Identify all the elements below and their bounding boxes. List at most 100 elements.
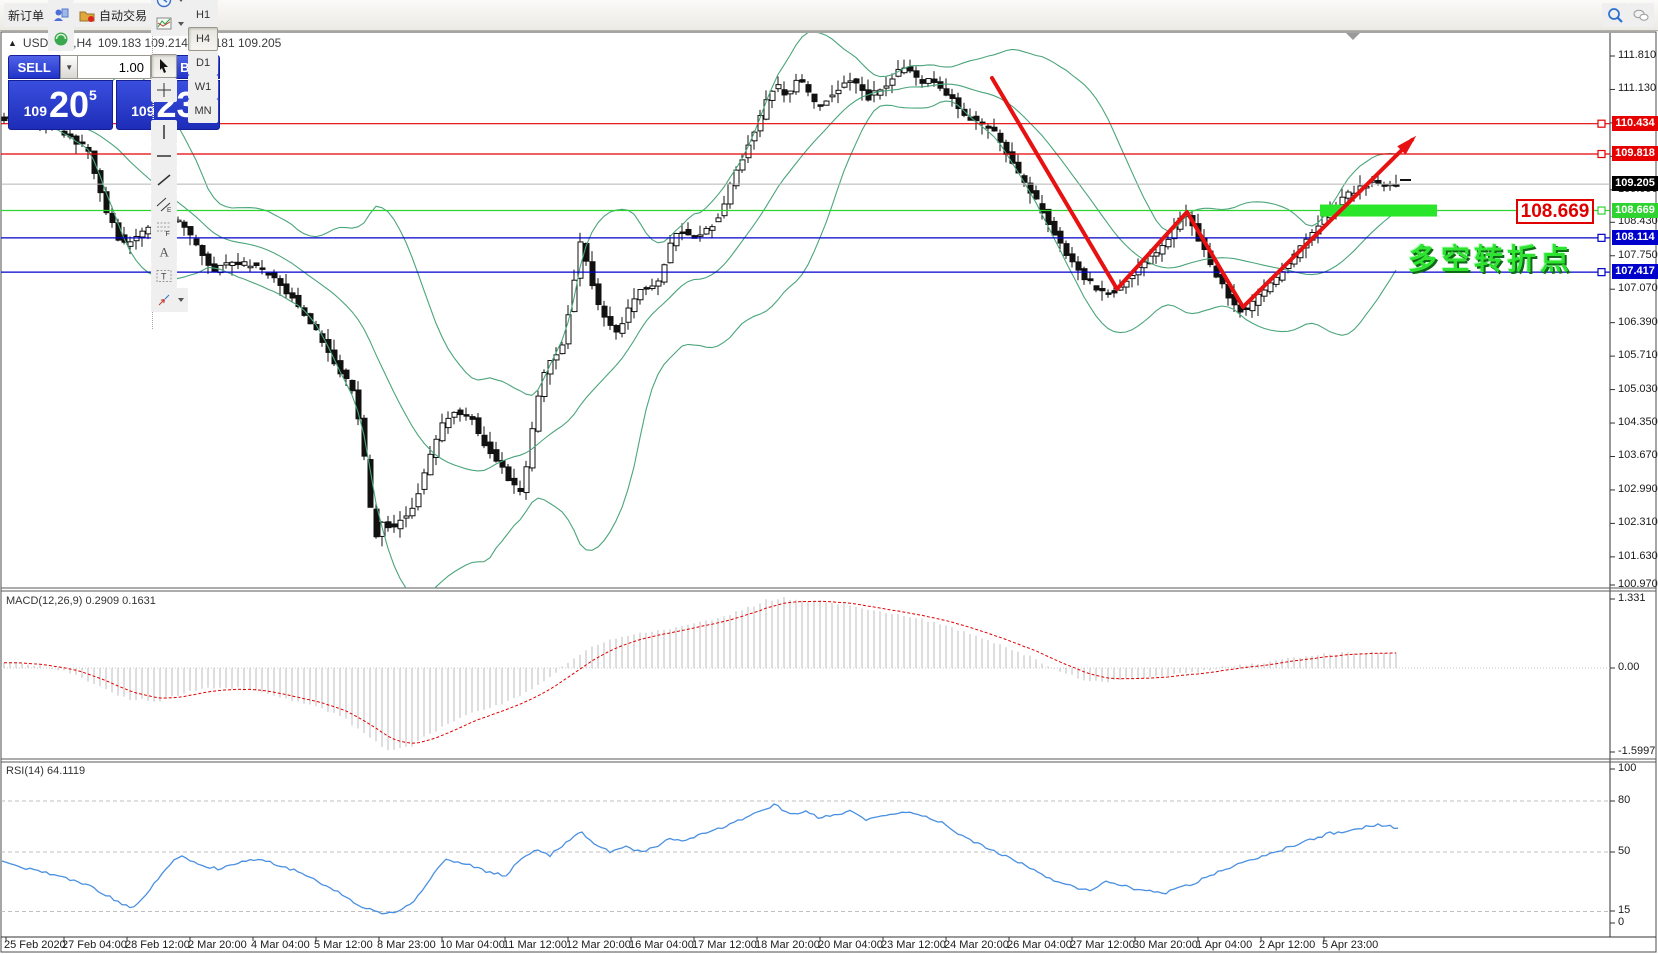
dropdown-arrow-icon[interactable] (178, 298, 184, 302)
search-button[interactable] (1602, 3, 1628, 27)
periods-icon (155, 0, 173, 9)
svg-text:A: A (160, 245, 170, 260)
time-axis-label: 5 Apr 23:00 (1322, 939, 1378, 951)
time-axis-label: 18 Mar 20:00 (755, 939, 820, 951)
timeframe-h1-button[interactable]: H1 (188, 3, 218, 27)
trendline-icon (155, 171, 173, 189)
equidistant-channel-icon: E (155, 195, 173, 213)
macd-axis-tick: -1.5997 (1618, 745, 1655, 757)
price-axis-tick: 104.350 (1618, 416, 1658, 428)
price-axis-tick: 111.130 (1618, 82, 1656, 94)
volume-input[interactable] (78, 55, 150, 79)
autotrade-icon (78, 6, 96, 24)
dropdown-arrow-icon[interactable] (178, 0, 184, 2)
text-label-button[interactable]: T (151, 264, 177, 288)
line-handle (1598, 269, 1605, 276)
level-price-badge: 109.818 (1612, 146, 1658, 161)
trendline-button[interactable] (151, 168, 177, 192)
price-axis-tick: 102.310 (1618, 516, 1658, 528)
vertical-line-icon (155, 123, 173, 141)
price-axis-tick: 101.630 (1618, 550, 1658, 562)
navigator-icon (52, 30, 70, 48)
timeframe-mn-button[interactable]: MN (188, 99, 218, 123)
new-order-label: 新订单 (8, 7, 44, 24)
time-axis-label: 26 Mar 04:00 (1007, 939, 1072, 951)
timeframe-w1-button[interactable]: W1 (188, 75, 218, 99)
line-handle (1598, 207, 1605, 214)
text-label-icon: T (155, 267, 173, 285)
price-axis-tick: 107.750 (1618, 249, 1658, 261)
fibonacci-button[interactable]: F (151, 216, 177, 240)
crosshair-button[interactable] (151, 78, 177, 102)
time-axis-label: 24 Mar 20:00 (944, 939, 1009, 951)
time-axis-label: 10 Mar 04:00 (440, 939, 505, 951)
level-price-badge: 108.669 (1612, 203, 1658, 218)
horizontal-line-icon (155, 147, 173, 165)
time-axis-label: 4 Mar 04:00 (251, 939, 310, 951)
time-axis-label: 2 Mar 20:00 (188, 939, 247, 951)
macd-label: MACD(12,26,9) 0.2909 0.1631 (6, 595, 156, 607)
data-window-icon (52, 6, 70, 24)
sell-price-figure: 109 (24, 103, 47, 119)
price-axis-tick: 111.810 (1618, 49, 1656, 61)
toolbar-separator (152, 102, 154, 119)
chat-icon (1632, 6, 1650, 24)
toolbar-separator (152, 36, 154, 53)
timeframe-h4-button[interactable]: H4 (188, 27, 218, 51)
fibonacci-icon: F (155, 219, 173, 237)
cursor-icon (155, 57, 173, 75)
current-price-badge: 109.205 (1612, 176, 1658, 191)
collapse-chart-icon[interactable]: ▲ (8, 38, 17, 48)
time-axis-label: 27 Feb 04:00 (62, 939, 127, 951)
turning-point-annotation[interactable]: 多空转折点 (1408, 236, 1573, 278)
time-axis-label: 12 Mar 20:00 (566, 939, 631, 951)
indicators-button[interactable] (151, 12, 188, 36)
text-icon: A (155, 243, 173, 261)
time-axis-label: 16 Mar 04:00 (629, 939, 694, 951)
autotrade-label: 自动交易 (99, 7, 147, 24)
crosshair-icon (155, 81, 173, 99)
price-annotation-box[interactable]: 108.669 (1516, 199, 1594, 224)
arrows-icon (155, 291, 173, 309)
cursor-button[interactable] (151, 54, 177, 78)
search-icon (1606, 6, 1624, 24)
sell-price-point: 5 (89, 87, 97, 103)
periods-button[interactable] (151, 0, 188, 12)
text-button[interactable]: A (151, 240, 177, 264)
price-axis-tick: 105.710 (1618, 349, 1658, 361)
time-axis-label: 25 Feb 2020 (4, 939, 66, 951)
indicators-icon (155, 15, 173, 33)
new-order-button[interactable]: 新订单 (4, 3, 48, 27)
line-handle (1598, 151, 1605, 158)
vertical-line-button[interactable] (151, 120, 177, 144)
time-axis-label: 11 Mar 12:00 (503, 939, 567, 951)
time-axis-label: 20 Mar 04:00 (818, 939, 883, 951)
time-axis-label: 17 Mar 12:00 (692, 939, 757, 951)
timeframe-d1-button[interactable]: D1 (188, 51, 218, 75)
rsi-axis-tick: 15 (1618, 904, 1630, 916)
sell-price-button[interactable]: 109 20 5 (8, 80, 113, 130)
sell-button[interactable]: SELL (8, 55, 60, 79)
svg-text:F: F (166, 231, 170, 237)
chart-canvas[interactable] (0, 0, 1658, 954)
sell-price-pips: 20 (49, 87, 89, 123)
chat-button[interactable] (1628, 3, 1654, 27)
macd-axis-tick: 1.331 (1618, 592, 1646, 604)
time-axis-label: 23 Mar 12:00 (881, 939, 946, 951)
autotrade-button[interactable]: 自动交易 (74, 3, 151, 27)
rsi-axis-tick: 0 (1618, 916, 1624, 928)
arrows-button[interactable] (151, 288, 188, 312)
svg-text:E: E (167, 207, 172, 213)
line-handle (1598, 120, 1605, 127)
equidistant-channel-button[interactable]: E (151, 192, 177, 216)
volume-decrease-button[interactable]: ▼ (60, 55, 78, 79)
dropdown-arrow-icon[interactable] (178, 22, 184, 26)
horizontal-line-button[interactable] (151, 144, 177, 168)
mt4-terminal: 新订单 自动交易 EFAT M1M5M15M30H1H4D1W1MN ▲ USD… (0, 0, 1658, 954)
price-axis-tick: 102.990 (1618, 483, 1658, 495)
time-axis-label: 27 Mar 12:00 (1070, 939, 1135, 951)
level-price-badge: 108.114 (1612, 230, 1658, 245)
data-window-button[interactable] (48, 3, 74, 27)
navigator-button[interactable] (48, 27, 74, 51)
price-axis-tick: 107.070 (1618, 282, 1658, 294)
